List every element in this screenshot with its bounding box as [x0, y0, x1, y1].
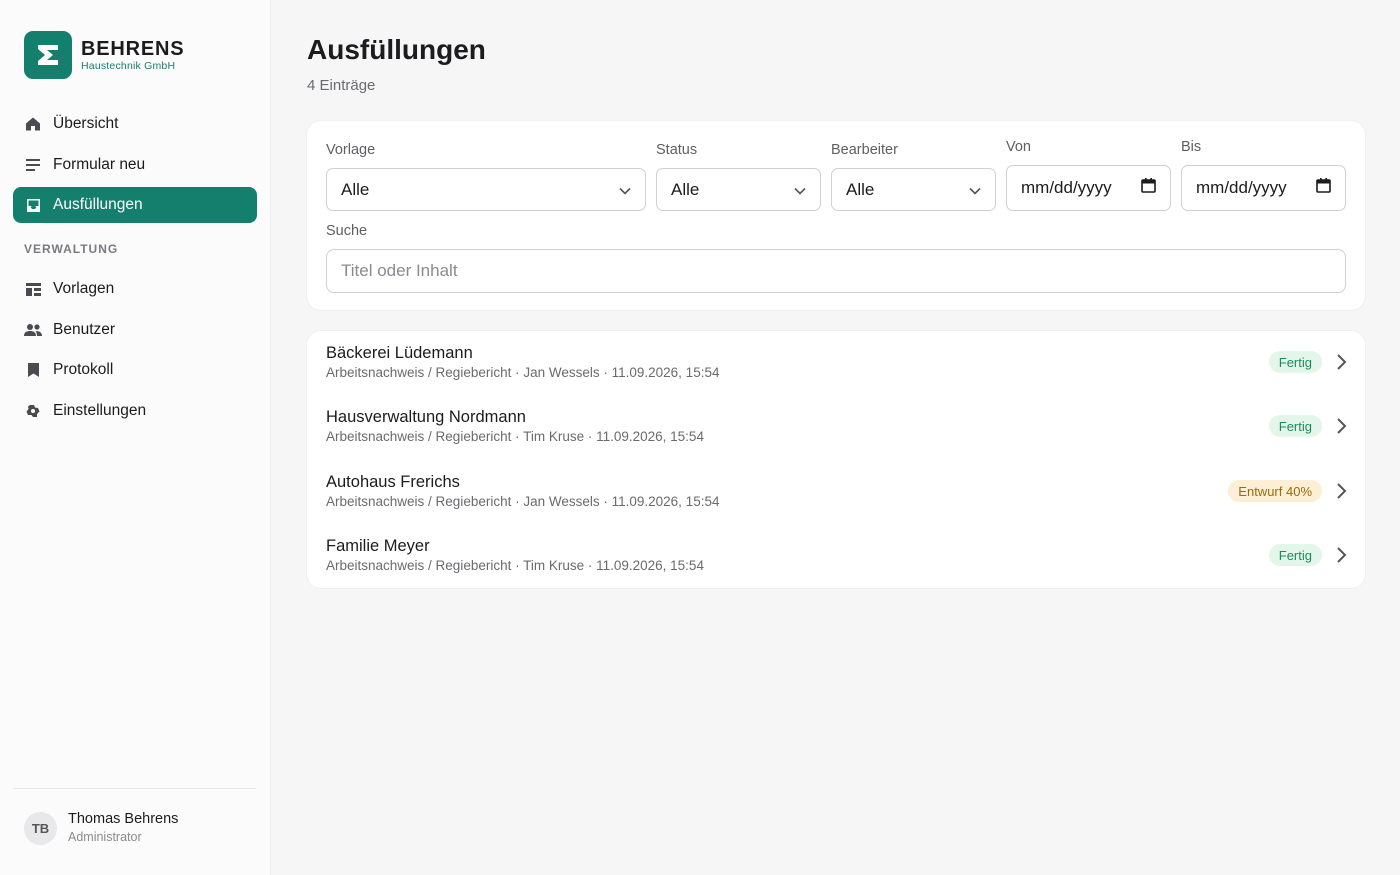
entry-meta: Arbeitsnachweis / Regiebericht · Jan Wes… — [326, 365, 720, 380]
status-badge: Fertig — [1268, 351, 1322, 373]
chevron-down-icon — [619, 180, 631, 200]
nav-item-benutzer[interactable]: Benutzer — [13, 312, 257, 348]
search-input[interactable] — [326, 249, 1346, 293]
status-badge: Fertig — [1268, 544, 1322, 566]
main-nav: Übersicht Formular neu Ausfüllungen VERW… — [13, 106, 257, 433]
chevron-down-icon — [969, 180, 981, 200]
nav-item-protokoll[interactable]: Protokoll — [13, 352, 257, 388]
list-item[interactable]: Familie Meyer Arbeitsnachweis / Regieber… — [307, 524, 1365, 588]
user-name: Thomas Behrens — [68, 811, 179, 827]
nav-section-verwaltung: VERWALTUNG — [24, 242, 119, 256]
vorlage-select[interactable]: Alle — [326, 168, 646, 211]
brand-name: BEHRENS — [81, 37, 185, 60]
bearbeiter-select-value: Alle — [846, 179, 875, 199]
brand-logo-icon — [24, 31, 72, 79]
bearbeiter-label: Bearbeiter — [831, 142, 898, 158]
user-role: Administrator — [68, 830, 142, 844]
list-item[interactable]: Bäckerei Lüdemann Arbeitsnachweis / Regi… — [307, 331, 1365, 395]
entry-title: Bäckerei Lüdemann — [326, 344, 473, 362]
entry-title: Autohaus Frerichs — [326, 473, 460, 491]
entry-meta: Arbeitsnachweis / Regiebericht · Tim Kru… — [326, 558, 704, 573]
nav-item-label: Vorlagen — [53, 280, 115, 297]
vorlage-select-value: Alle — [341, 179, 370, 199]
nav-item-uebersicht[interactable]: Übersicht — [13, 106, 257, 142]
status-badge: Entwurf 40% — [1228, 480, 1322, 502]
settings-icon — [24, 402, 42, 420]
status-label: Status — [656, 142, 698, 158]
filter-panel: Vorlage Alle Status Alle Bearbeiter Alle… — [307, 121, 1365, 310]
von-date-input[interactable]: mm/dd/yyyy — [1006, 165, 1171, 211]
von-date-value: mm/dd/yyyy — [1021, 178, 1112, 197]
bis-label: Bis — [1181, 139, 1202, 155]
brand[interactable]: BEHRENS Haustechnik GmbH — [24, 31, 184, 79]
status-badge: Fertig — [1268, 415, 1322, 437]
chevron-right-icon — [1337, 547, 1347, 563]
suche-label: Suche — [326, 223, 368, 239]
nav-item-einstellungen[interactable]: Einstellungen — [13, 393, 257, 429]
status-select-value: Alle — [671, 179, 700, 199]
sidebar-divider — [13, 788, 256, 789]
user-profile[interactable]: TB Thomas Behrens Administrator — [24, 811, 178, 845]
nav-item-ausfuellungen[interactable]: Ausfüllungen — [13, 187, 257, 223]
calendar-icon[interactable] — [1141, 178, 1156, 198]
entry-title: Hausverwaltung Nordmann — [326, 408, 526, 426]
nav-item-label: Protokoll — [53, 361, 114, 378]
chevron-down-icon — [794, 180, 806, 200]
calendar-icon[interactable] — [1316, 178, 1331, 198]
sidebar: BEHRENS Haustechnik GmbH Übersicht Formu… — [0, 0, 271, 875]
users-icon — [24, 321, 42, 339]
status-select[interactable]: Alle — [656, 168, 821, 211]
home-icon — [24, 115, 42, 133]
nav-item-label: Formular neu — [53, 155, 146, 173]
vorlage-label: Vorlage — [326, 142, 376, 158]
entry-meta: Arbeitsnachweis / Regiebericht · Tim Kru… — [326, 429, 704, 444]
nav-item-label: Einstellungen — [53, 401, 147, 419]
list-item[interactable]: Hausverwaltung Nordmann Arbeitsnachweis … — [307, 395, 1365, 459]
chevron-right-icon — [1337, 418, 1347, 434]
nav-item-formular-neu[interactable]: Formular neu — [13, 147, 257, 183]
nav-item-vorlagen[interactable]: Vorlagen — [13, 271, 257, 307]
entry-count: 4 Einträge — [307, 77, 376, 94]
bearbeiter-select[interactable]: Alle — [831, 168, 996, 211]
nav-item-label: Übersicht — [53, 115, 119, 132]
entries-list: Bäckerei Lüdemann Arbeitsnachweis / Regi… — [307, 331, 1365, 588]
avatar: TB — [24, 811, 57, 845]
von-label: Von — [1006, 139, 1031, 155]
page-title: Ausfüllungen — [307, 34, 486, 65]
list-item[interactable]: Autohaus Frerichs Arbeitsnachweis / Regi… — [307, 460, 1365, 524]
bis-date-value: mm/dd/yyyy — [1196, 178, 1287, 197]
nav-item-label: Benutzer — [53, 320, 116, 338]
list-icon — [24, 156, 42, 174]
brand-subtitle: Haustechnik GmbH — [81, 59, 176, 72]
chevron-right-icon — [1337, 354, 1347, 370]
nav-item-label: Ausfüllungen — [53, 196, 143, 213]
bookmark-icon — [24, 361, 42, 379]
entry-meta: Arbeitsnachweis / Regiebericht · Jan Wes… — [326, 494, 720, 509]
bis-date-input[interactable]: mm/dd/yyyy — [1181, 165, 1346, 211]
template-icon — [24, 280, 42, 298]
entry-title: Familie Meyer — [326, 537, 430, 555]
main-content: Ausfüllungen 4 Einträge Vorlage Alle Sta… — [271, 0, 1400, 875]
chevron-right-icon — [1337, 483, 1347, 499]
inbox-icon — [24, 196, 42, 214]
